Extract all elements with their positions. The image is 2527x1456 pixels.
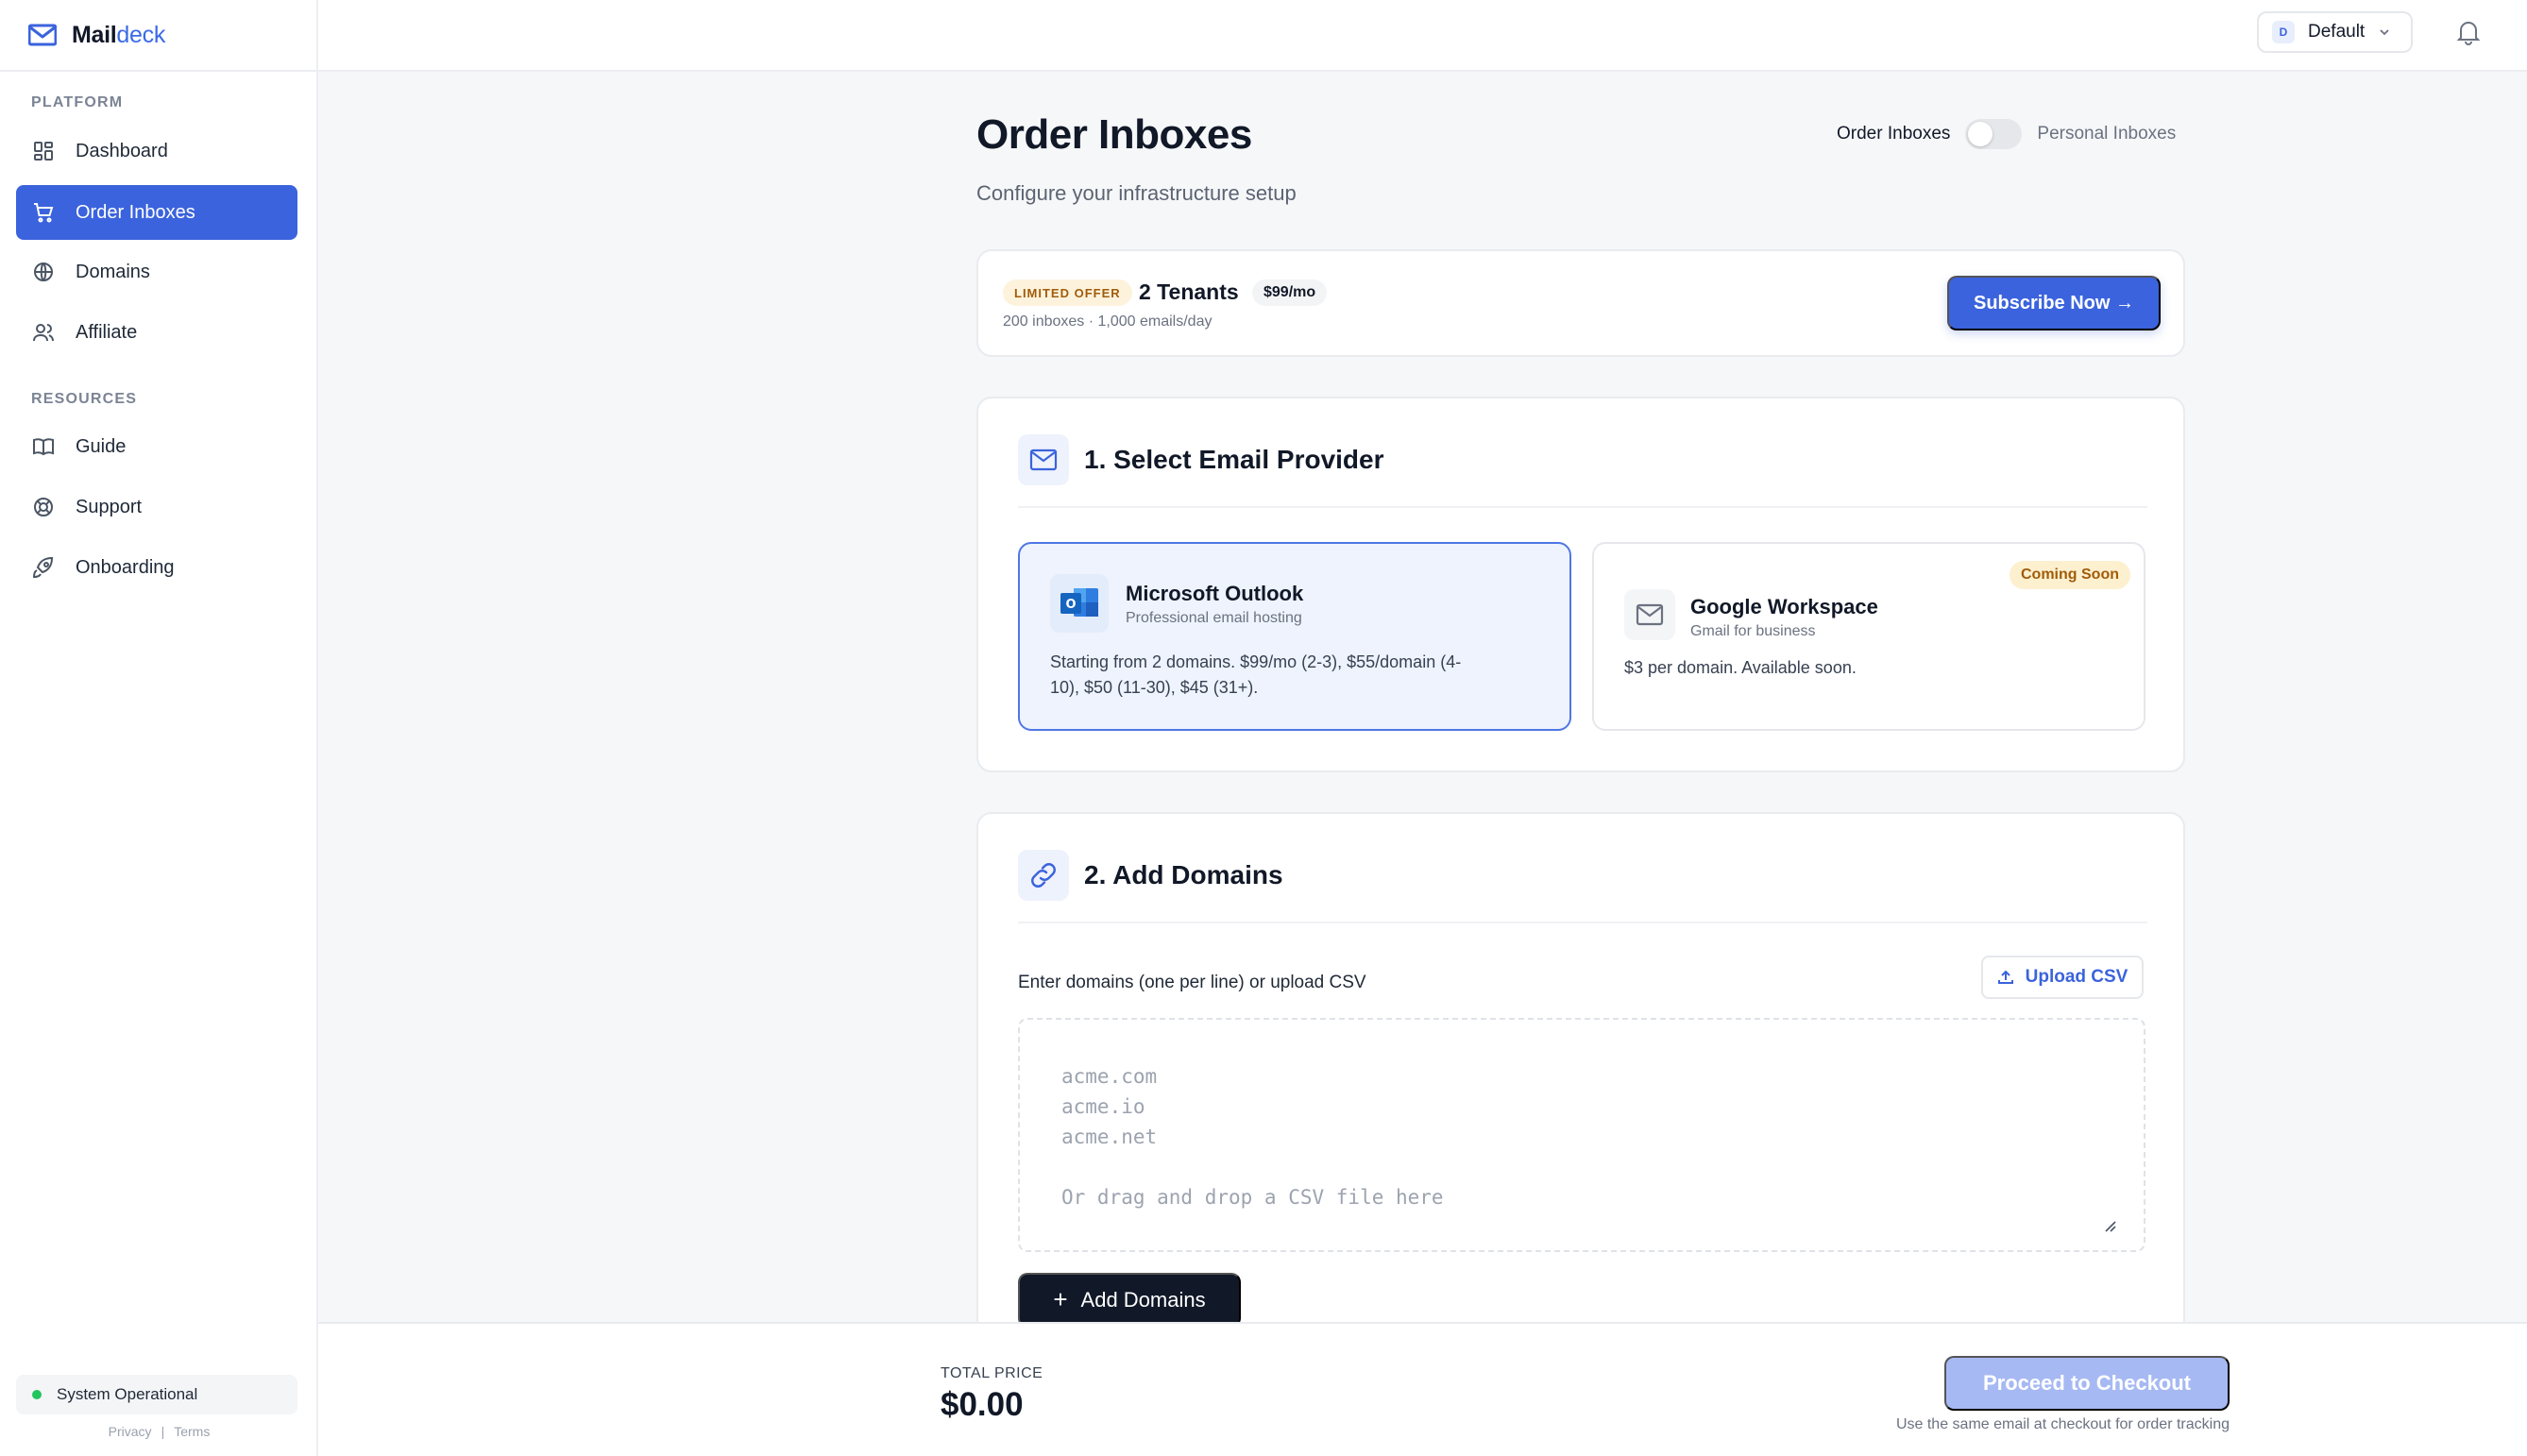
add-domains-label: Add Domains — [1080, 1288, 1206, 1312]
provider-tagline: Professional email hosting — [1126, 610, 1302, 626]
provider-microsoft-outlook[interactable]: O Microsoft Outlook Professional email h… — [1018, 542, 1571, 731]
workspace-avatar: D — [2272, 21, 2295, 43]
envelope-icon — [1624, 589, 1675, 640]
provider-tagline: Gmail for business — [1690, 623, 1816, 639]
offer-title: 2 Tenants — [1139, 279, 1239, 304]
sidebar: Maildeck PLATFORM Dashboard Order Inboxe… — [0, 0, 318, 1456]
coming-soon-badge: Coming Soon — [2010, 561, 2130, 589]
grid-icon — [32, 140, 55, 162]
sidebar-item-label: Affiliate — [76, 321, 138, 343]
limited-offer-badge: LIMITED OFFER — [1003, 279, 1132, 306]
switch-knob — [1968, 122, 1993, 146]
brand[interactable]: Maildeck — [0, 0, 316, 72]
topbar — [318, 0, 2527, 72]
envelope-icon — [1018, 434, 1069, 485]
provider-google-workspace[interactable]: Coming Soon Google Workspace Gmail for b… — [1592, 542, 2145, 731]
provider-description: $3 per domain. Available soon. — [1624, 658, 1857, 677]
nav-section-platform: PLATFORM — [31, 94, 124, 110]
proceed-to-checkout-button[interactable]: Proceed to Checkout — [1944, 1356, 2230, 1411]
sidebar-item-label: Domains — [76, 261, 150, 282]
mail-logo-icon — [28, 24, 57, 46]
section-title: 2. Add Domains — [1084, 860, 1283, 889]
resize-handle-icon[interactable] — [2102, 1218, 2117, 1233]
sidebar-item-dashboard[interactable]: Dashboard — [16, 124, 297, 178]
placeholder-blank-line — [1061, 1152, 2144, 1182]
book-icon — [32, 435, 55, 458]
total-price-value: $0.00 — [941, 1386, 1024, 1423]
provider-description: Starting from 2 domains. $99/mo (2-3), $… — [1050, 652, 1462, 697]
notifications-bell-icon[interactable] — [2456, 19, 2481, 45]
nav-section-resources: RESOURCES — [31, 391, 138, 407]
limited-offer-card: LIMITED OFFER 2 Tenants $99/mo 200 inbox… — [976, 249, 2185, 357]
cart-icon — [32, 201, 55, 224]
inbox-mode-toggle: Order Inboxes Personal Inboxes — [1837, 119, 2176, 149]
rocket-icon — [32, 556, 55, 579]
provider-name: Microsoft Outlook — [1126, 582, 1304, 605]
offer-price: $99/mo — [1252, 279, 1328, 306]
legal-separator: | — [161, 1424, 165, 1439]
upload-csv-button[interactable]: Upload CSV — [1981, 956, 2144, 999]
offer-meta: 200 inboxes · 1,000 emails/day — [1003, 313, 1213, 330]
domains-textarea[interactable]: acme.com acme.io acme.net Or drag and dr… — [1018, 1018, 2145, 1252]
lifebuoy-icon — [32, 496, 55, 518]
total-price-label: TOTAL PRICE — [941, 1365, 1043, 1381]
checkout-note: Use the same email at checkout for order… — [1895, 1416, 2230, 1432]
subscribe-now-button[interactable]: Subscribe Now → — [1947, 276, 2161, 330]
sidebar-item-guide[interactable]: Guide — [16, 419, 297, 474]
sidebar-item-label: Order Inboxes — [76, 201, 195, 223]
toggle-label-order[interactable]: Order Inboxes — [1837, 124, 1950, 144]
sidebar-item-support[interactable]: Support — [16, 480, 297, 534]
brand-name: Maildeck — [72, 21, 166, 48]
checkout-bar: TOTAL PRICE $0.00 Proceed to Checkout Us… — [318, 1322, 2527, 1456]
sidebar-item-label: Onboarding — [76, 556, 175, 578]
sidebar-item-label: Guide — [76, 435, 127, 457]
section-title: 1. Select Email Provider — [1084, 445, 1384, 474]
placeholder-line: acme.net — [1061, 1126, 1158, 1148]
workspace-name: Default — [2308, 22, 2366, 42]
placeholder-line: acme.io — [1061, 1095, 1145, 1118]
chevron-down-icon — [2378, 25, 2391, 39]
outlook-icon: O — [1050, 574, 1109, 633]
domains-input-label: Enter domains (one per line) or upload C… — [1018, 973, 1366, 992]
sidebar-item-order-inboxes[interactable]: Order Inboxes — [16, 185, 297, 240]
sidebar-item-domains[interactable]: Domains — [16, 245, 297, 299]
page-subtitle: Configure your infrastructure setup — [976, 181, 1297, 205]
workspace-selector[interactable]: D Default — [2257, 11, 2413, 53]
sidebar-item-onboarding[interactable]: Onboarding — [16, 540, 297, 595]
system-status: System Operational — [16, 1375, 297, 1414]
page-title: Order Inboxes — [976, 111, 1252, 158]
globe-icon — [32, 261, 55, 283]
upload-icon — [1997, 969, 2014, 986]
legal-links: Privacy | Terms — [0, 1424, 318, 1439]
toggle-label-personal[interactable]: Personal Inboxes — [2037, 124, 2176, 144]
provider-name: Google Workspace — [1690, 595, 1878, 618]
privacy-link[interactable]: Privacy — [109, 1424, 152, 1439]
system-status-text: System Operational — [57, 1385, 198, 1403]
upload-csv-label: Upload CSV — [2025, 967, 2128, 987]
sidebar-item-label: Dashboard — [76, 140, 168, 161]
add-domains-button[interactable]: + Add Domains — [1018, 1273, 1241, 1328]
inbox-mode-switch[interactable] — [1965, 119, 2023, 149]
plus-icon: + — [1053, 1284, 1068, 1313]
section-header: 1. Select Email Provider — [1018, 434, 2147, 508]
placeholder-line: acme.com — [1061, 1065, 1158, 1088]
status-dot-icon — [32, 1390, 42, 1399]
svg-text:O: O — [1065, 598, 1076, 612]
placeholder-line: Or drag and drop a CSV file here — [1061, 1186, 1444, 1209]
sidebar-item-label: Support — [76, 496, 143, 517]
select-provider-section: 1. Select Email Provider O Microsoft Out… — [976, 397, 2185, 772]
link-icon — [1018, 850, 1069, 901]
terms-link[interactable]: Terms — [174, 1424, 210, 1439]
sidebar-item-affiliate[interactable]: Affiliate — [16, 305, 297, 360]
section-header: 2. Add Domains — [1018, 850, 2147, 923]
users-icon — [32, 321, 55, 344]
